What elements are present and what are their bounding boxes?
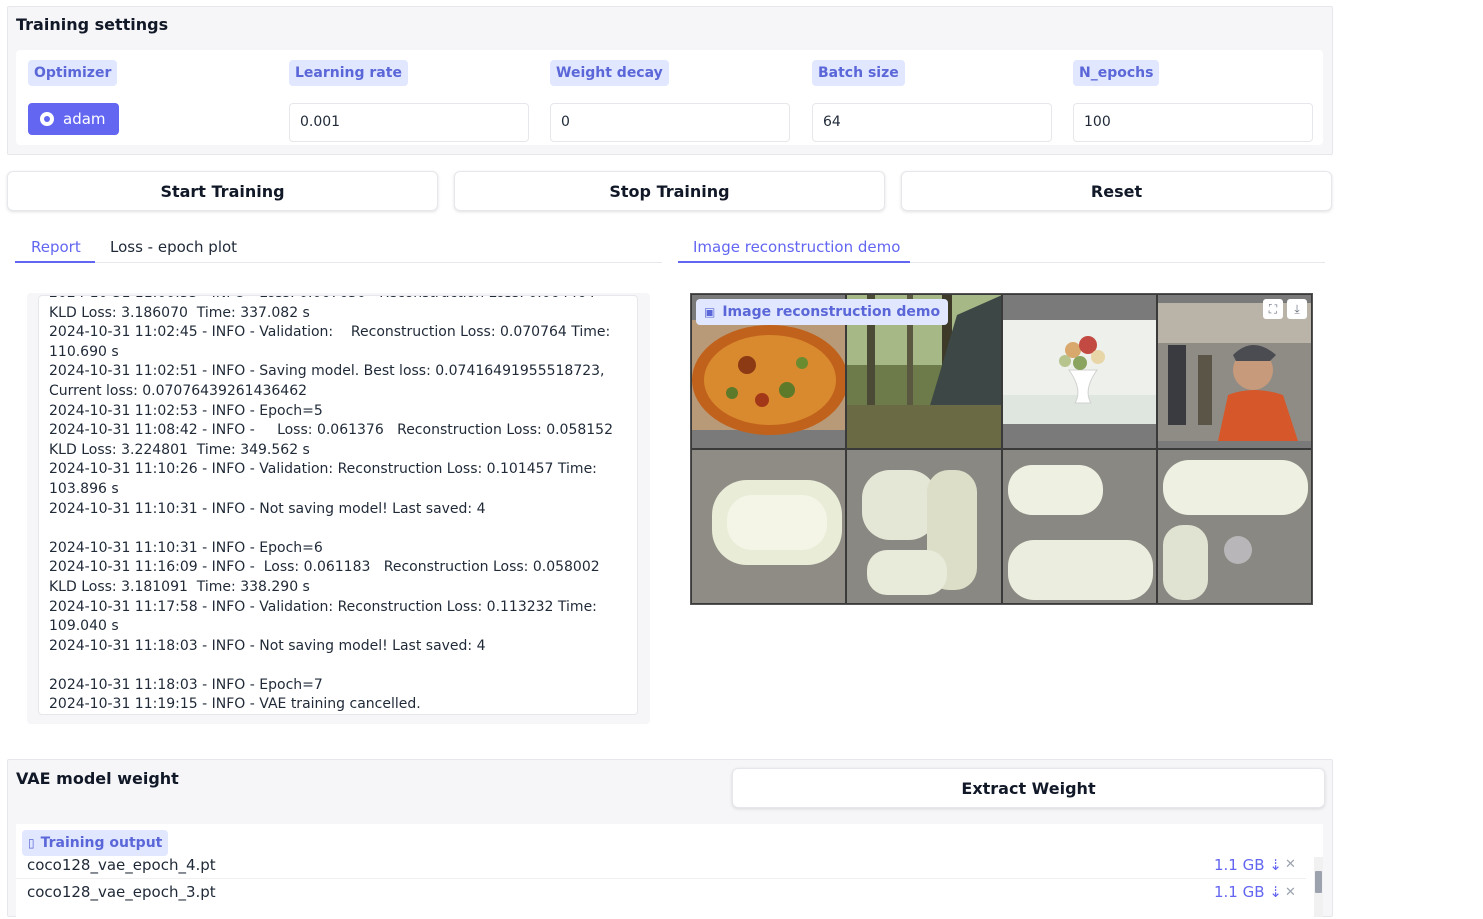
gallery-reconstruction-4[interactable] bbox=[1157, 450, 1311, 603]
optimizer-label: Optimizer bbox=[28, 60, 118, 86]
reconstruction-image-3 bbox=[1002, 450, 1156, 603]
reset-button[interactable]: Reset bbox=[901, 171, 1332, 211]
file-icon: ▯ bbox=[28, 836, 35, 850]
vae-weight-title: VAE model weight bbox=[16, 769, 179, 788]
weight-decay-input[interactable]: 0 bbox=[550, 103, 790, 142]
fullscreen-icon[interactable]: ⛶ bbox=[1263, 299, 1283, 319]
remove-file-icon[interactable]: ✕ bbox=[1285, 857, 1296, 872]
learning-rate-input[interactable]: 0.001 bbox=[289, 103, 529, 142]
stop-training-button[interactable]: Stop Training bbox=[454, 171, 885, 211]
training-settings-fields: Optimizer adam Learning rate 0.001 Weigh… bbox=[16, 50, 1323, 145]
report-panel: 2024-10-31 11:00:33 - INFO - Loss: 0.067… bbox=[27, 293, 650, 724]
file-row[interactable]: coco128_vae_epoch_4.pt 1.1 GB ⇣ ✕ bbox=[16, 851, 1306, 878]
training-settings-title: Training settings bbox=[16, 15, 169, 34]
tab-image-reconstruction-demo[interactable]: Image reconstruction demo bbox=[693, 238, 900, 262]
weight-decay-field: Weight decay 0 bbox=[550, 60, 790, 142]
report-log-textbox[interactable]: 2024-10-31 11:00:33 - INFO - Loss: 0.067… bbox=[38, 295, 638, 715]
reconstruction-gallery bbox=[690, 293, 1313, 605]
gallery-reconstruction-2[interactable] bbox=[847, 450, 1001, 603]
training-output-file-list: coco128_vae_epoch_4.pt 1.1 GB ⇣ ✕ coco12… bbox=[16, 856, 1323, 917]
batch-size-field: Batch size 64 bbox=[812, 60, 1052, 142]
file-download-link[interactable]: 1.1 GB ⇣ bbox=[1214, 856, 1282, 874]
extract-weight-button[interactable]: Extract Weight bbox=[732, 768, 1325, 808]
tab-image-reconstruction-underline bbox=[678, 261, 910, 263]
optimizer-field: Optimizer adam bbox=[28, 60, 268, 135]
n-epochs-field: N_epochs 100 bbox=[1073, 60, 1313, 142]
optimizer-option-label: adam bbox=[63, 110, 106, 128]
file-name: coco128_vae_epoch_3.pt bbox=[27, 883, 216, 901]
gallery-reconstruction-1[interactable] bbox=[692, 450, 846, 603]
file-download-link[interactable]: 1.1 GB ⇣ bbox=[1214, 883, 1282, 901]
left-tabs-divider bbox=[15, 262, 662, 263]
report-log-text: 2024-10-31 11:00:33 - INFO - Loss: 0.067… bbox=[49, 296, 613, 713]
radio-selected-icon bbox=[40, 112, 54, 126]
start-training-button[interactable]: Start Training bbox=[7, 171, 438, 211]
gallery-reconstruction-3[interactable] bbox=[1002, 450, 1156, 603]
image-icon: ▣ bbox=[704, 305, 716, 319]
vae-weight-panel: VAE model weight Extract Weight ▯ Traini… bbox=[7, 759, 1333, 917]
weight-decay-label: Weight decay bbox=[550, 60, 669, 86]
reconstruction-image-2 bbox=[847, 450, 1001, 603]
tab-report-underline bbox=[15, 261, 95, 263]
training-output-label-text: Training output bbox=[40, 835, 163, 851]
file-name: coco128_vae_epoch_4.pt bbox=[27, 855, 216, 874]
reconstruction-image-1 bbox=[692, 450, 846, 603]
gallery-label-text: Image reconstruction demo bbox=[722, 304, 941, 320]
tab-report[interactable]: Report bbox=[31, 238, 81, 262]
training-settings-panel: Training settings Optimizer adam Learnin… bbox=[7, 6, 1333, 155]
batch-size-input[interactable]: 64 bbox=[812, 103, 1052, 142]
optimizer-radio-adam[interactable]: adam bbox=[28, 103, 119, 135]
file-list-scrollbar[interactable] bbox=[1314, 857, 1323, 917]
scrollbar-thumb[interactable] bbox=[1315, 871, 1322, 893]
gallery-toolbar: ⛶ ⤓ bbox=[1263, 299, 1307, 319]
tab-loss-epoch-plot[interactable]: Loss - epoch plot bbox=[110, 238, 237, 262]
n-epochs-label: N_epochs bbox=[1073, 60, 1160, 86]
reconstruction-image-4 bbox=[1157, 450, 1311, 603]
download-icon[interactable]: ⤓ bbox=[1287, 299, 1307, 319]
gallery-image-flowers[interactable] bbox=[1002, 295, 1156, 448]
gallery-label: ▣ Image reconstruction demo bbox=[696, 299, 949, 325]
batch-size-label: Batch size bbox=[812, 60, 905, 86]
learning-rate-field: Learning rate 0.001 bbox=[289, 60, 529, 142]
flowers-image bbox=[1002, 295, 1156, 448]
n-epochs-input[interactable]: 100 bbox=[1073, 103, 1313, 142]
remove-file-icon[interactable]: ✕ bbox=[1285, 885, 1296, 900]
learning-rate-label: Learning rate bbox=[289, 60, 408, 86]
file-row[interactable]: coco128_vae_epoch_3.pt 1.1 GB ⇣ ✕ bbox=[16, 878, 1306, 905]
